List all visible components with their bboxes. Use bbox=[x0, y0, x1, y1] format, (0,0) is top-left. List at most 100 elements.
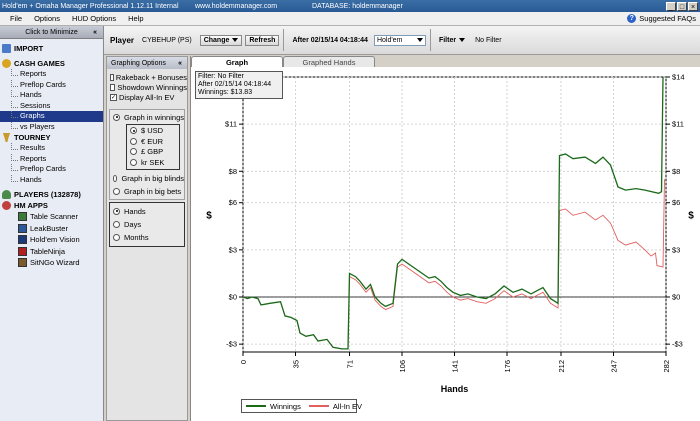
graph-in-big-bets-radio[interactable]: Graph in big bets bbox=[110, 186, 184, 197]
menu-help[interactable]: Help bbox=[122, 14, 149, 23]
sidebar-item-tourney-results[interactable]: Results bbox=[0, 143, 103, 154]
sidebar-app-holdem-vision[interactable]: Hold'em Vision bbox=[0, 234, 103, 246]
rakeback-checkbox[interactable]: Rakeback + Bonuses bbox=[107, 72, 187, 82]
minimize-label: Click to Minimize bbox=[25, 28, 78, 36]
filter-info-line: Winnings: $13.83 bbox=[198, 89, 253, 96]
sidebar-app-tableninja[interactable]: TableNinja bbox=[0, 246, 103, 258]
sidebar-players[interactable]: PLAYERS (132878) bbox=[0, 189, 103, 200]
y-tick-label: $0 bbox=[672, 293, 680, 302]
legend-swatch bbox=[246, 405, 266, 407]
maximize-window-button[interactable]: □ bbox=[677, 1, 687, 11]
sidebar-tourney-label: TOURNEY bbox=[14, 133, 51, 142]
help-icon: ? bbox=[627, 14, 637, 23]
graphing-options-title: Graphing Options bbox=[111, 59, 166, 67]
sidebar-item-cash-hands[interactable]: Hands bbox=[0, 90, 103, 101]
player-toolbar: Player CYBEHUP (PS) Change Refresh After… bbox=[104, 26, 700, 55]
date-filter-button[interactable]: After 02/15/14 04:18:44 bbox=[288, 35, 372, 46]
leakbuster-icon bbox=[18, 223, 27, 233]
sidebar-hm-apps-label: HM APPS bbox=[14, 201, 48, 210]
sidebar-app-table-scanner[interactable]: Table Scanner bbox=[0, 211, 103, 223]
y-axis-label: $ bbox=[206, 211, 212, 222]
close-window-button[interactable]: × bbox=[688, 1, 698, 11]
menu-file[interactable]: File bbox=[0, 14, 28, 23]
x-unit-months-radio[interactable]: Months bbox=[110, 231, 184, 244]
graph-panel: Graph Graphed Hands Filter: No Filter Af… bbox=[190, 56, 700, 421]
tab-graphed-hands[interactable]: Graphed Hands bbox=[283, 56, 375, 67]
radio-dot bbox=[113, 113, 120, 121]
x-tick-label: 212 bbox=[557, 360, 566, 373]
graph-winnings-label: Graph in winnings bbox=[123, 112, 184, 122]
x-tick-label: 141 bbox=[451, 360, 460, 373]
minimize-sidebar-button[interactable]: Click to Minimize « bbox=[0, 26, 103, 39]
currency-sek-radio[interactable]: kr SEK bbox=[127, 157, 179, 168]
sidebar-item-cash-reports[interactable]: Reports bbox=[0, 69, 103, 80]
y-tick-label: $11 bbox=[225, 120, 237, 129]
currency-eur-radio[interactable]: € EUR bbox=[127, 136, 179, 147]
sidebar-item-cash-sessions[interactable]: Sessions bbox=[0, 100, 103, 112]
filter-status: No Filter bbox=[475, 36, 502, 44]
legend-label: Winnings bbox=[270, 401, 301, 411]
currency-gbp-radio[interactable]: £ GBP bbox=[127, 147, 179, 158]
graphing-options-header[interactable]: Graphing Options « bbox=[107, 57, 187, 69]
legend-item-allin-ev: All-In EV bbox=[301, 402, 362, 411]
menu-hud-options[interactable]: HUD Options bbox=[66, 14, 122, 23]
radio-dot bbox=[113, 233, 120, 241]
radio-dot bbox=[130, 148, 137, 156]
radio-dot bbox=[130, 127, 137, 135]
sidebar-item-cash-vs-players[interactable]: vs Players bbox=[0, 121, 103, 133]
x-unit-days-radio[interactable]: Days bbox=[110, 218, 184, 231]
graph-in-winnings-radio[interactable]: Graph in winnings bbox=[110, 112, 184, 123]
minimize-window-button[interactable]: _ bbox=[666, 1, 676, 11]
sidebar-app-leakbuster[interactable]: LeakBuster bbox=[0, 223, 103, 235]
sidebar-cash-games-label: CASH GAMES bbox=[14, 59, 65, 68]
x-axis-label: Hands bbox=[441, 384, 469, 394]
x-tick-label: 71 bbox=[346, 360, 355, 368]
x-tick-label: 0 bbox=[239, 360, 248, 364]
currency-label: € EUR bbox=[141, 136, 164, 146]
checkbox-box bbox=[110, 73, 114, 81]
currency-label: £ GBP bbox=[141, 147, 164, 157]
sidebar-app-sitngo-wizard[interactable]: SitNGo Wizard bbox=[0, 257, 103, 269]
sidebar-item-tourney-hands[interactable]: Hands bbox=[0, 174, 103, 186]
site-url: www.holdemmanager.com bbox=[195, 2, 278, 10]
sidebar-item-cash-graphs[interactable]: Graphs bbox=[0, 111, 103, 122]
menu-options[interactable]: Options bbox=[28, 14, 66, 23]
chevron-left-icon: « bbox=[93, 28, 97, 36]
filter-button[interactable]: Filter bbox=[435, 35, 469, 46]
trophy-icon bbox=[2, 133, 11, 142]
game-type-select[interactable]: Hold'em bbox=[373, 34, 426, 46]
refresh-button[interactable]: Refresh bbox=[245, 34, 280, 46]
change-player-button[interactable]: Change bbox=[199, 34, 243, 46]
currency-label: kr SEK bbox=[141, 157, 165, 167]
tab-graph[interactable]: Graph bbox=[191, 56, 283, 67]
sidebar-hm-apps[interactable]: HM APPS bbox=[0, 200, 103, 211]
graph-in-big-blinds-radio[interactable]: Graph in big blinds bbox=[110, 174, 184, 185]
legend-swatch bbox=[308, 405, 329, 407]
winnings-chart: 0 35 71 106 141 176 212 247 282 -$3 -$3 $0 $0 $3 $3 $6 $… bbox=[206, 73, 694, 395]
x-tick-label: 247 bbox=[610, 360, 619, 373]
sidebar-players-label: PLAYERS (132878) bbox=[14, 190, 81, 199]
import-icon bbox=[2, 44, 11, 53]
app-label: Hold'em Vision bbox=[30, 235, 80, 245]
chart-legend: Winnings All-In EV bbox=[241, 399, 362, 413]
allin-label: Display All-In EV bbox=[119, 92, 175, 102]
sidebar-import[interactable]: IMPORT bbox=[0, 43, 103, 54]
sidebar-item-cash-preflop-cards[interactable]: Preflop Cards bbox=[0, 79, 103, 91]
y-tick-label: $6 bbox=[229, 198, 237, 207]
sidebar-tourney[interactable]: TOURNEY bbox=[0, 132, 103, 143]
showdown-winnings-checkbox[interactable]: Showdown Winnings bbox=[107, 82, 187, 92]
rakeback-label: Rakeback + Bonuses bbox=[115, 72, 187, 82]
legend-item-winnings: Winnings bbox=[242, 402, 301, 411]
sidebar-cash-games[interactable]: CASH GAMES bbox=[0, 58, 103, 69]
display-allin-ev-checkbox[interactable]: ✓ Display All-In EV bbox=[107, 92, 187, 102]
holdem-vision-icon bbox=[18, 235, 27, 245]
database-label: DATABASE: holdemmanager bbox=[312, 2, 403, 10]
sidebar-item-tourney-reports[interactable]: Reports bbox=[0, 153, 103, 165]
y-tick-label: $14 bbox=[672, 73, 685, 82]
suggested-faqs-link[interactable]: ? Suggested FAQs bbox=[627, 14, 700, 23]
sidebar-item-tourney-preflop-cards[interactable]: Preflop Cards bbox=[0, 164, 103, 175]
currency-usd-radio[interactable]: $ USD bbox=[127, 126, 179, 137]
chevron-left-icon: « bbox=[178, 59, 182, 67]
x-unit-hands-radio[interactable]: Hands bbox=[110, 205, 184, 218]
radio-dot bbox=[113, 220, 120, 228]
